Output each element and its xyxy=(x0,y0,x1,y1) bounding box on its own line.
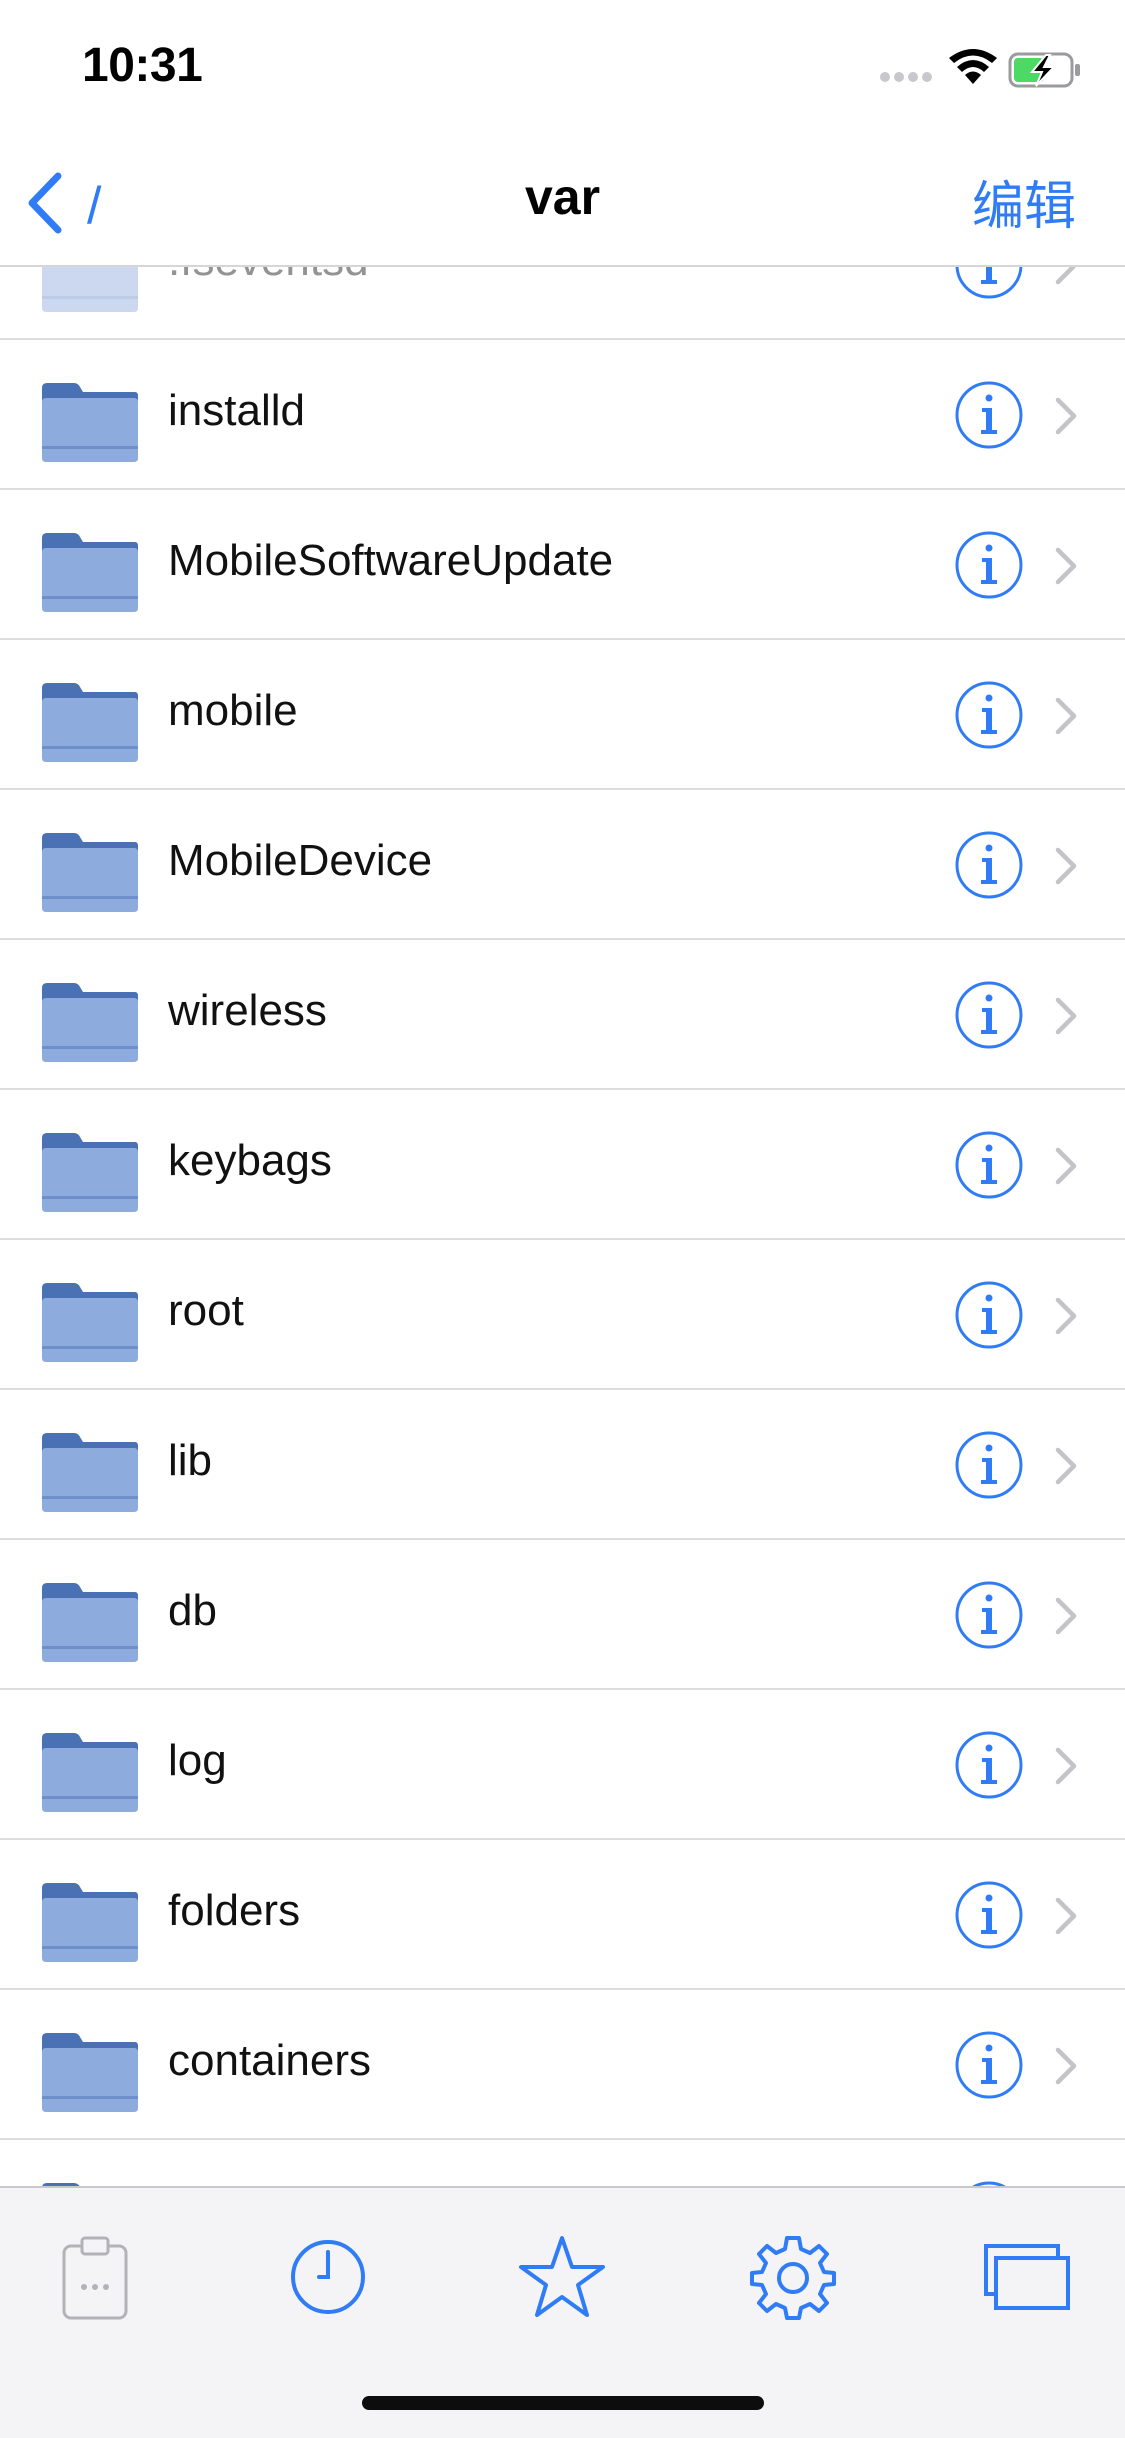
folder-row[interactable]: MobileSoftwareUpdate xyxy=(0,490,1125,640)
folder-name: MobileDevice xyxy=(168,836,433,885)
chevron-right-icon xyxy=(1055,847,1077,885)
folder-icon xyxy=(42,683,138,762)
folder-row[interactable]: installd xyxy=(0,340,1125,490)
folder-icon xyxy=(42,1433,138,1512)
edit-button[interactable]: 编辑 xyxy=(972,164,1076,239)
windows-icon[interactable] xyxy=(982,2232,1072,2322)
folder-icon xyxy=(42,833,138,912)
folder-icon xyxy=(42,1733,138,1812)
folder-icon xyxy=(42,1283,138,1362)
info-icon[interactable] xyxy=(954,1880,1024,1950)
info-icon[interactable] xyxy=(954,980,1024,1050)
folder-name: log xyxy=(168,1736,227,1785)
folder-icon xyxy=(42,383,138,462)
folder-name: lib xyxy=(168,1436,213,1485)
folder-row[interactable]: lib xyxy=(0,1390,1125,1540)
folder-name: db xyxy=(168,1586,217,1635)
chevron-right-icon xyxy=(1055,1597,1077,1635)
file-list: .fseventsdinstalldMobileSoftwareUpdatemo… xyxy=(0,0,1125,2186)
folder-name: installd xyxy=(168,386,305,435)
info-icon[interactable] xyxy=(954,1730,1024,1800)
gear-icon[interactable] xyxy=(748,2232,838,2322)
info-icon[interactable] xyxy=(954,1280,1024,1350)
chevron-right-icon xyxy=(1055,2047,1077,2085)
chevron-right-icon xyxy=(1055,1897,1077,1935)
folder-row[interactable]: db xyxy=(0,1540,1125,1690)
folder-name: mobile xyxy=(168,686,298,735)
folder-row[interactable]: folders xyxy=(0,1840,1125,1990)
folder-row[interactable]: root xyxy=(0,1240,1125,1390)
folder-name: keybags xyxy=(168,1136,332,1185)
info-icon[interactable] xyxy=(954,680,1024,750)
chevron-right-icon xyxy=(1055,397,1077,435)
folder-name: wireless xyxy=(168,986,327,1035)
info-icon[interactable] xyxy=(954,530,1024,600)
folder-icon xyxy=(42,1133,138,1212)
navigation-bar: / var 编辑 xyxy=(0,140,1125,267)
chevron-right-icon xyxy=(1055,697,1077,735)
info-icon[interactable] xyxy=(954,1130,1024,1200)
folder-row[interactable]: keybags xyxy=(0,1090,1125,1240)
folder-row[interactable]: log xyxy=(0,1690,1125,1840)
folder-row[interactable]: mobile xyxy=(0,640,1125,790)
folder-row[interactable] xyxy=(0,2140,1125,2186)
home-indicator xyxy=(362,2396,764,2410)
chevron-right-icon xyxy=(1055,1447,1077,1485)
page-title: var xyxy=(524,169,601,225)
folder-icon xyxy=(42,1583,138,1662)
folder-icon xyxy=(42,533,138,612)
chevron-right-icon xyxy=(1055,1747,1077,1785)
folder-name: MobileSoftwareUpdate xyxy=(168,536,614,585)
clock-icon[interactable] xyxy=(283,2232,373,2322)
folder-icon xyxy=(42,983,138,1062)
chevron-right-icon xyxy=(1055,1297,1077,1335)
folder-name: folders xyxy=(168,1886,301,1935)
folder-icon xyxy=(42,1883,138,1962)
chevron-right-icon xyxy=(1055,547,1077,585)
folder-row[interactable]: containers xyxy=(0,1990,1125,2140)
chevron-right-icon xyxy=(1055,997,1077,1035)
folder-name: containers xyxy=(168,2036,372,2085)
folder-name: root xyxy=(168,1286,244,1335)
info-icon[interactable] xyxy=(954,1430,1024,1500)
star-icon[interactable] xyxy=(517,2232,607,2322)
clipboard-icon[interactable] xyxy=(50,2232,140,2322)
info-icon[interactable] xyxy=(954,1580,1024,1650)
folder-row[interactable]: wireless xyxy=(0,940,1125,1090)
folder-icon xyxy=(42,2033,138,2112)
info-icon[interactable] xyxy=(954,380,1024,450)
info-icon[interactable] xyxy=(954,830,1024,900)
info-icon[interactable] xyxy=(954,2030,1024,2100)
chevron-right-icon xyxy=(1055,1147,1077,1185)
folder-row[interactable]: MobileDevice xyxy=(0,790,1125,940)
